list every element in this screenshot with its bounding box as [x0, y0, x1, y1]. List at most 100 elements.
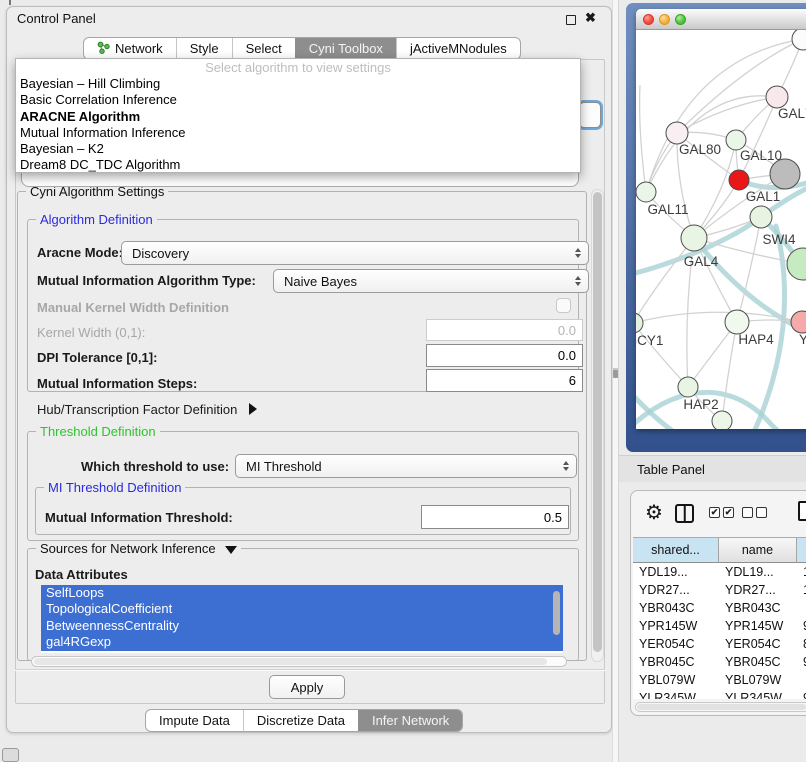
apply-button[interactable]: Apply: [269, 675, 345, 699]
algorithm-option-bayesian-hill-climbing[interactable]: Bayesian – Hill Climbing: [16, 76, 580, 92]
bottom-tab-label: Infer Network: [372, 713, 449, 728]
minimize-traffic-light-icon[interactable]: [659, 14, 670, 25]
manual-kernel-width-checkbox[interactable]: [556, 298, 571, 313]
column-header-name[interactable]: name: [719, 537, 797, 563]
network-icon: [97, 41, 110, 57]
tab-label: Style: [190, 41, 219, 56]
network-window-titlebar[interactable]: [636, 9, 806, 30]
mi-algorithm-type-label: Mutual Information Algorithm Type:: [37, 273, 256, 288]
tab-cyni-toolbox[interactable]: Cyni Toolbox: [295, 38, 396, 59]
document-icon[interactable]: [798, 501, 806, 521]
aracne-mode-combobox[interactable]: Discovery: [121, 241, 589, 265]
attribute-item-gal4rgexp[interactable]: gal4RGexp: [41, 634, 563, 650]
bottom-tab-impute-data[interactable]: Impute Data: [146, 710, 243, 731]
table-row[interactable]: YER054CYER054C8.: [633, 635, 806, 653]
network-node[interactable]: [726, 130, 746, 150]
algorithm-option-aracne-algorithm[interactable]: ARACNE Algorithm: [16, 109, 580, 125]
table-cell: 9.: [797, 653, 806, 671]
which-threshold-combobox[interactable]: MI Threshold: [235, 454, 577, 478]
columns-icon[interactable]: [675, 504, 694, 523]
bottom-tab-infer-network[interactable]: Infer Network: [358, 710, 462, 731]
table-horizontal-scrollbar[interactable]: [635, 702, 806, 712]
network-node[interactable]: [666, 122, 688, 144]
hub-definition-toggle[interactable]: Hub/Transcription Factor Definition: [37, 402, 257, 417]
table-row[interactable]: YBR043CYBR043C: [633, 599, 806, 617]
attribute-item-topologicalcoefficient[interactable]: TopologicalCoefficient: [41, 601, 563, 617]
table-cell: YDR27...: [633, 581, 719, 599]
tab-select[interactable]: Select: [232, 38, 295, 59]
table-row[interactable]: YDL19...YDL19...13: [633, 563, 806, 581]
tab-network[interactable]: Network: [84, 38, 176, 59]
table-row[interactable]: YBR045CYBR045C9.: [633, 653, 806, 671]
algorithm-option-dream8-dc-tdc-algorithm[interactable]: Dream8 DC_TDC Algorithm: [16, 157, 580, 173]
network-node[interactable]: [729, 170, 749, 190]
sources-legend[interactable]: Sources for Network Inference: [36, 541, 241, 556]
network-edge-thick[interactable]: [754, 226, 785, 429]
network-node[interactable]: [766, 86, 788, 108]
gear-icon[interactable]: ⚙: [645, 500, 663, 525]
network-edge[interactable]: [640, 85, 646, 192]
float-window-icon[interactable]: [566, 15, 576, 25]
table-row[interactable]: YLR345WYLR345W9.: [633, 689, 806, 699]
checked-pair-icon[interactable]: ✔✔: [709, 507, 734, 518]
algorithm-option-basic-correlation-inference[interactable]: Basic Correlation Inference: [16, 92, 580, 108]
panel-splitter[interactable]: [612, 0, 619, 762]
settings-scrollbar-thumb[interactable]: [593, 192, 602, 652]
collapsed-arrow-icon: [249, 403, 257, 415]
bottom-tab-discretize-data[interactable]: Discretize Data: [243, 710, 358, 731]
mi-algorithm-type-combobox[interactable]: Naive Bayes: [273, 269, 589, 293]
hidden-combo-stepper: [579, 102, 601, 128]
aracne-mode-value: Discovery: [132, 246, 189, 261]
attribute-item-betweennesscentrality[interactable]: BetweennessCentrality: [41, 618, 563, 634]
horizontal-scrollbar-thumb[interactable]: [34, 658, 547, 665]
network-node[interactable]: [681, 225, 707, 251]
network-node[interactable]: [636, 182, 656, 202]
node-label-gal1: GAL1: [746, 189, 781, 204]
mi-threshold-input[interactable]: 0.5: [421, 505, 569, 529]
table-row[interactable]: YBL079WYBL079W: [633, 671, 806, 689]
horizontal-scrollbar[interactable]: [31, 656, 567, 667]
network-edge[interactable]: [722, 322, 737, 421]
node-attribute-table[interactable]: shared...nameYDL19...YDL19...13YDR27...Y…: [633, 537, 806, 699]
splitter-handle-icon[interactable]: [613, 368, 618, 378]
network-node[interactable]: [770, 159, 800, 189]
kernel-width-input[interactable]: 0.0: [426, 319, 583, 341]
mi-steps-input[interactable]: 6: [426, 369, 583, 392]
algorithm-option-mutual-information-inference[interactable]: Mutual Information Inference: [16, 125, 580, 141]
attribute-item-selfloops[interactable]: SelfLoops: [41, 585, 563, 601]
table-row[interactable]: YDR27...YDR27...12: [633, 581, 806, 599]
unchecked-pair-icon[interactable]: [742, 507, 767, 518]
table-panel-titlebar: Table Panel: [619, 455, 806, 482]
separator-line: [15, 669, 605, 671]
column-header-shared[interactable]: shared...: [633, 537, 719, 563]
list-scrollbar-thumb[interactable]: [553, 591, 560, 635]
zoom-traffic-light-icon[interactable]: [675, 14, 686, 25]
tab-style[interactable]: Style: [176, 38, 232, 59]
network-node[interactable]: [712, 411, 732, 429]
table-cell: 13: [797, 563, 806, 581]
minimized-panel-icon[interactable]: [2, 748, 19, 762]
table-hscrollbar-thumb[interactable]: [637, 704, 806, 710]
which-threshold-label: Which threshold to use:: [81, 459, 229, 474]
table-row[interactable]: YPR145WYPR145W9.: [633, 617, 806, 635]
data-attributes-list[interactable]: SelfLoopsTopologicalCoefficientBetweenne…: [41, 585, 563, 653]
column-header-hidden[interactable]: [797, 537, 806, 563]
network-node[interactable]: [791, 311, 806, 333]
tab-jactivemnodules[interactable]: jActiveMNodules: [396, 38, 520, 59]
dpi-tolerance-input[interactable]: 0.0: [426, 344, 583, 367]
bottom-tabstrip: Impute DataDiscretize Data Infer Network: [145, 709, 463, 732]
close-window-icon[interactable]: ✖: [585, 10, 596, 26]
network-node[interactable]: [750, 206, 772, 228]
network-edge[interactable]: [636, 238, 694, 323]
network-node[interactable]: [787, 248, 806, 280]
network-node[interactable]: [725, 310, 749, 334]
network-node[interactable]: [792, 30, 806, 50]
close-traffic-light-icon[interactable]: [643, 14, 654, 25]
network-canvas[interactable]: GAL7GAL80GAL10GAL1GAL11SWI4GAL4GCY1HAP4Y…: [636, 30, 806, 429]
table-cell: YPR145W: [633, 617, 719, 635]
algorithm-option-bayesian-k2[interactable]: Bayesian – K2: [16, 141, 580, 157]
network-node[interactable]: [678, 377, 698, 397]
network-node[interactable]: [636, 313, 643, 333]
settings-scrollbar[interactable]: [591, 189, 604, 662]
table-header-row: shared...name: [633, 537, 806, 563]
